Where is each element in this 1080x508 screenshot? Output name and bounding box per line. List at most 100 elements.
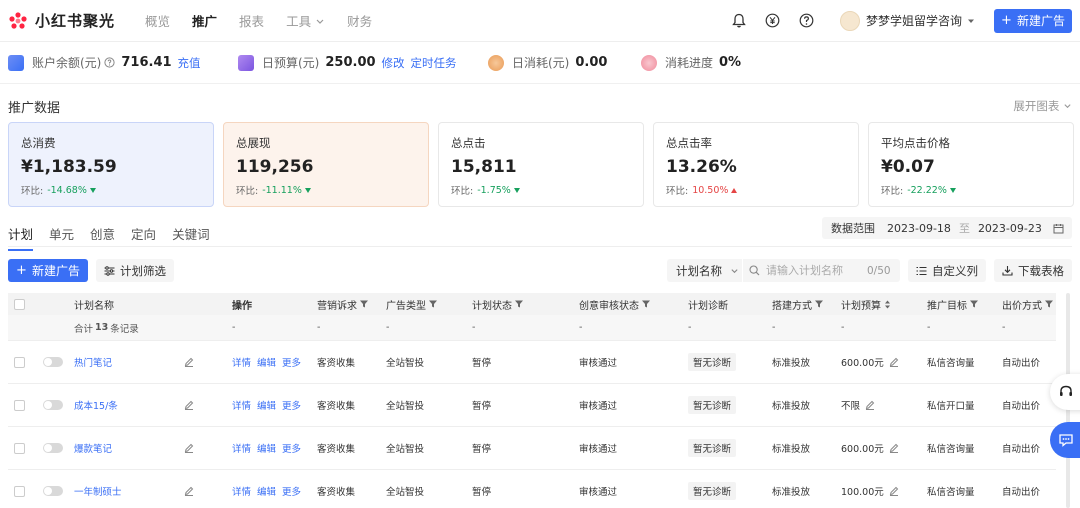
bid-cell: 自动出价 [1002, 358, 1041, 369]
filter-icon[interactable] [970, 300, 978, 308]
nav-reports[interactable]: 报表 [239, 11, 264, 30]
plan-filter-button[interactable]: 计划筛选 [96, 259, 174, 282]
ad-type-cell: 全站智投 [386, 444, 425, 455]
scheduled-task-link[interactable]: 定时任务 [411, 55, 457, 71]
table-row: 成本15/条 详情 编辑 更多 客资收集 全站智投 暂停 审核通过 暂无诊断 标准投… [8, 384, 1056, 427]
table-row: 爆款笔记 详情 编辑 更多 客资收集 全站智投 暂停 审核通过 暂无诊断 标准投放 … [8, 427, 1056, 470]
plan-name-link[interactable]: 爆款笔记 [74, 441, 112, 455]
edit-link[interactable]: 编辑 [257, 484, 276, 498]
filter-icon[interactable] [515, 300, 523, 308]
more-link[interactable]: 更多 [282, 484, 301, 498]
recharge-link[interactable]: 充值 [178, 55, 201, 71]
account-info-bar: 账户余额(元) 716.41 充值 日预算(元) 250.00 修改 定时任务 … [0, 42, 1080, 84]
edit-pencil-icon[interactable] [889, 357, 899, 367]
help-circle-icon[interactable] [104, 57, 115, 68]
more-link[interactable]: 更多 [282, 398, 301, 412]
download-table-button[interactable]: 下载表格 [994, 259, 1072, 282]
filter-icon[interactable] [815, 300, 823, 308]
brand-logo[interactable]: 小红书聚光 [8, 10, 115, 31]
metric-card-ctr[interactable]: 总点击率 13.26% 环比: 10.50% [653, 122, 859, 207]
plan-toggle[interactable] [43, 357, 63, 367]
detail-link[interactable]: 详情 [232, 441, 251, 455]
search-field-select[interactable]: 计划名称 [667, 259, 742, 282]
filter-icon[interactable] [642, 300, 650, 308]
new-ad-button[interactable]: + 新建广告 [8, 259, 88, 282]
filter-icon[interactable] [360, 300, 368, 308]
nav-finance[interactable]: 财务 [347, 11, 372, 30]
new-ad-label: 新建广告 [31, 264, 80, 278]
col-status: 计划状态 [472, 297, 523, 312]
account-switcher[interactable]: 梦梦学姐留学咨询 [839, 10, 976, 31]
budget-icon [238, 54, 254, 71]
edit-link[interactable]: 编辑 [257, 355, 276, 369]
detail-link[interactable]: 详情 [232, 398, 251, 412]
row-checkbox[interactable] [14, 485, 25, 497]
metric-label: 总展现 [236, 136, 271, 150]
date-end[interactable]: 2023-09-23 [978, 222, 1042, 235]
metric-card-impressions[interactable]: 总展现 119,256 环比: -11.11% [223, 122, 429, 207]
edit-pencil-icon[interactable] [865, 400, 875, 410]
marketing-cell: 客资收集 [317, 401, 356, 412]
plan-name-link[interactable]: 热门笔记 [74, 355, 112, 369]
edit-link[interactable]: 编辑 [257, 441, 276, 455]
help-icon[interactable] [798, 12, 816, 30]
nav-promotion[interactable]: 推广 [192, 11, 217, 30]
detail-link[interactable]: 详情 [232, 355, 251, 369]
budget-cell: 600.00元 [841, 444, 884, 455]
plan-toggle[interactable] [43, 486, 63, 496]
metric-label: 平均点击价格 [881, 136, 950, 150]
row-checkbox[interactable] [14, 442, 25, 454]
target-cell: 私信咨询量 [927, 444, 975, 455]
edit-pencil-icon[interactable] [889, 443, 899, 453]
nav-overview[interactable]: 概览 [145, 11, 170, 30]
metric-card-clicks[interactable]: 总点击 15,811 环比: -1.75% [438, 122, 644, 207]
budget-edit-link[interactable]: 修改 [382, 55, 405, 71]
row-checkbox[interactable] [14, 399, 25, 411]
chat-button[interactable] [1050, 422, 1080, 458]
more-link[interactable]: 更多 [282, 355, 301, 369]
date-start[interactable]: 2023-09-18 [887, 222, 951, 235]
spend-value: 0.00 [575, 55, 608, 70]
date-range-picker[interactable]: 数据范围 2023-09-18 至 2023-09-23 [822, 217, 1072, 239]
expand-chart-button[interactable]: 展开图表 [1013, 98, 1072, 114]
nav-overview-label: 概览 [145, 14, 171, 29]
detail-link[interactable]: 详情 [232, 484, 251, 498]
plan-name-link[interactable]: 成本15/条 [74, 398, 118, 412]
edit-pencil-icon[interactable] [184, 357, 194, 367]
edit-pencil-icon[interactable] [184, 443, 194, 453]
filter-icon[interactable] [1045, 300, 1053, 308]
plan-toggle[interactable] [43, 443, 63, 453]
search-input[interactable] [766, 264, 861, 277]
customer-service-button[interactable] [1050, 374, 1080, 410]
plan-toggle[interactable] [43, 400, 63, 410]
summary-dash: - [386, 322, 390, 333]
edit-link[interactable]: 编辑 [257, 398, 276, 412]
edit-pencil-icon[interactable] [889, 486, 899, 496]
col-ops-label: 操作 [232, 300, 252, 312]
custom-columns-button[interactable]: 自定义列 [908, 259, 986, 282]
filter-icon[interactable] [429, 300, 437, 308]
col-marketing-label: 营销诉求 [317, 300, 357, 312]
col-bid-label: 出价方式 [1002, 300, 1042, 312]
metric-card-spend[interactable]: 总消费 ¥1,183.59 环比: -14.68% [8, 122, 214, 207]
yen-icon[interactable] [764, 12, 782, 30]
budget-cell: 100.00元 [841, 487, 884, 498]
sort-icon[interactable] [884, 300, 891, 309]
more-link[interactable]: 更多 [282, 441, 301, 455]
progress-info: 消耗进度 0% [641, 54, 741, 71]
delivery-cell: 标准投放 [772, 358, 811, 369]
review-cell: 审核通过 [579, 487, 618, 498]
select-all-checkbox[interactable] [14, 298, 25, 310]
bell-icon[interactable] [730, 12, 748, 30]
metric-card-cpc[interactable]: 平均点击价格 ¥0.07 环比: -22.22% [868, 122, 1074, 207]
new-ad-button-top[interactable]: + 新建广告 [994, 8, 1072, 33]
budget-cell: 不限 [841, 401, 861, 412]
marketing-cell: 客资收集 [317, 444, 356, 455]
bid-cell: 自动出价 [1002, 401, 1041, 412]
edit-pencil-icon[interactable] [184, 486, 194, 496]
edit-pencil-icon[interactable] [184, 400, 194, 410]
nav-tools[interactable]: 工具 [286, 11, 325, 30]
metric-value: 13.26% [666, 157, 737, 177]
row-checkbox[interactable] [14, 356, 25, 368]
plan-name-link[interactable]: 一年制硕士 [74, 484, 122, 498]
